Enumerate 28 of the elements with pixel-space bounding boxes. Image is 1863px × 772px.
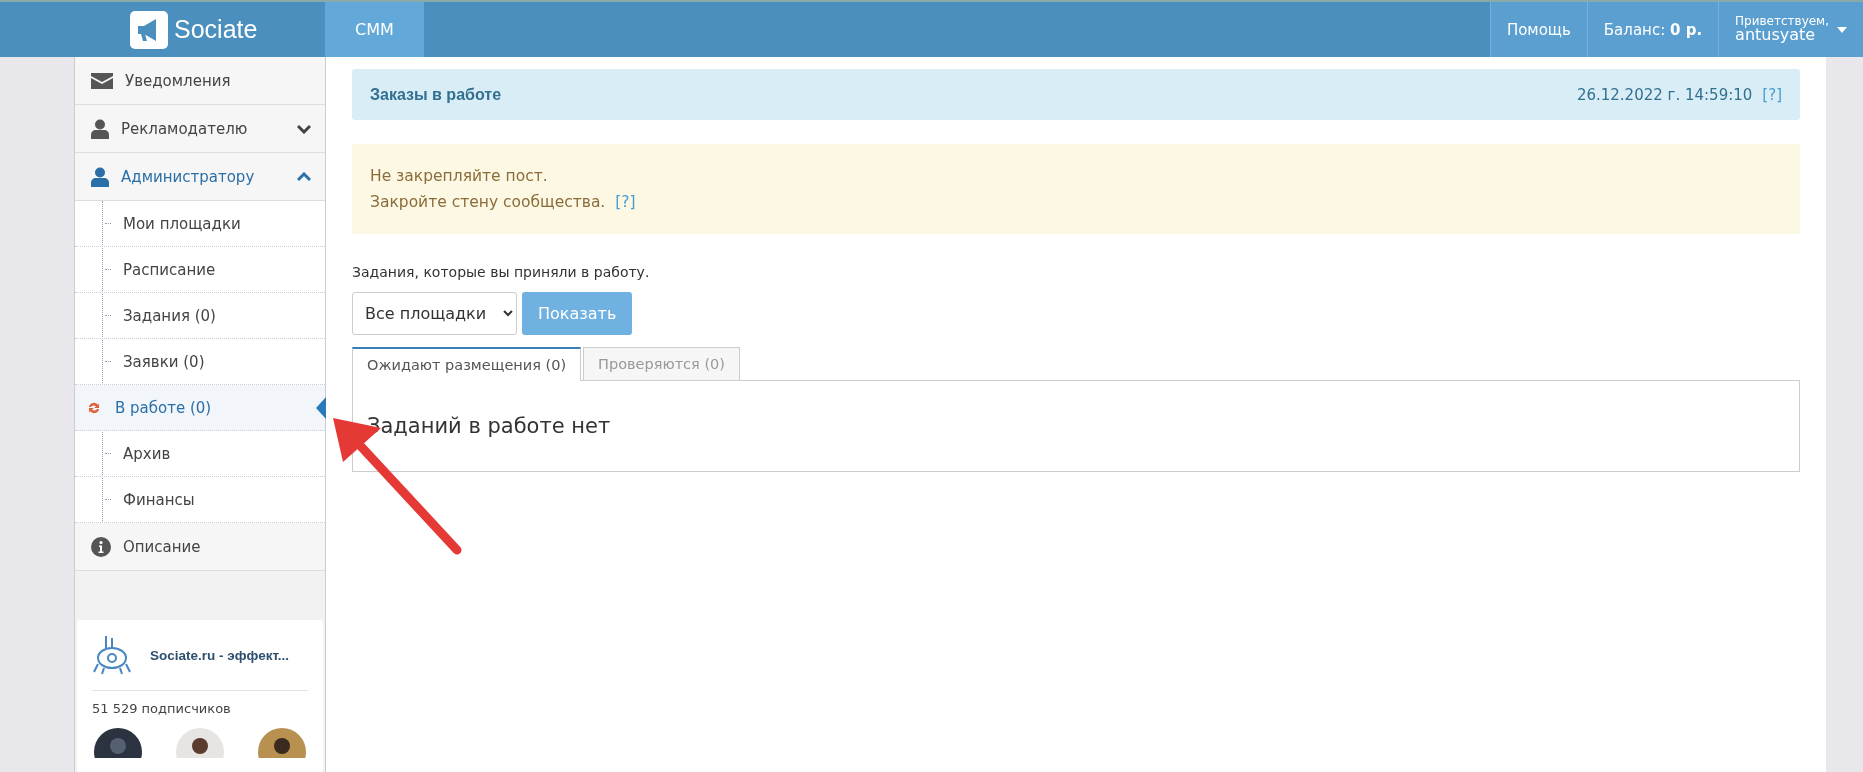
subscriber-count: 51 529 подписчиков (92, 701, 232, 717)
empty-message: Заданий в работе нет (367, 414, 611, 438)
sidebar-section[interactable]: Уведомления (75, 57, 325, 106)
megaphone-logo-icon (130, 10, 168, 49)
logo-text[interactable]: Sociate (174, 15, 258, 44)
person-icon (91, 118, 109, 139)
sidebar-item[interactable]: В работе (0) (75, 385, 325, 432)
sidebar-section[interactable]: Администратору (75, 153, 325, 202)
tab[interactable]: Ожидают размещения (0) (352, 347, 582, 381)
alert-text: Закройте стену сообщества. (370, 193, 606, 211)
intro-text: Задания, которые вы приняли в работу. (352, 264, 651, 280)
sidebar-section[interactable]: Описание (75, 523, 325, 572)
alert-text: Не закрепляйте пост. (370, 167, 548, 185)
info-icon (91, 536, 111, 557)
platform-select[interactable]: Все площадки (352, 292, 517, 335)
mascot-icon (92, 634, 132, 677)
person-icon (91, 166, 109, 187)
page-title: Заказы в работе (370, 85, 503, 104)
community-title[interactable]: Sociate.ru - эффект... (150, 647, 290, 663)
caret-icon (1837, 26, 1847, 33)
sidebar-item[interactable]: Задания (0) (75, 293, 325, 340)
datetime: 26.12.2022 г. 14:59:10 (1576, 85, 1753, 104)
sidebar-item[interactable]: Архив (75, 431, 325, 478)
sidebar-item[interactable]: Мои площадки (75, 201, 325, 248)
envelope-icon (91, 72, 113, 89)
refresh-icon (87, 400, 101, 415)
sidebar-section[interactable]: Рекламодателю (75, 105, 325, 154)
sidebar-item[interactable]: Расписание (75, 247, 325, 294)
